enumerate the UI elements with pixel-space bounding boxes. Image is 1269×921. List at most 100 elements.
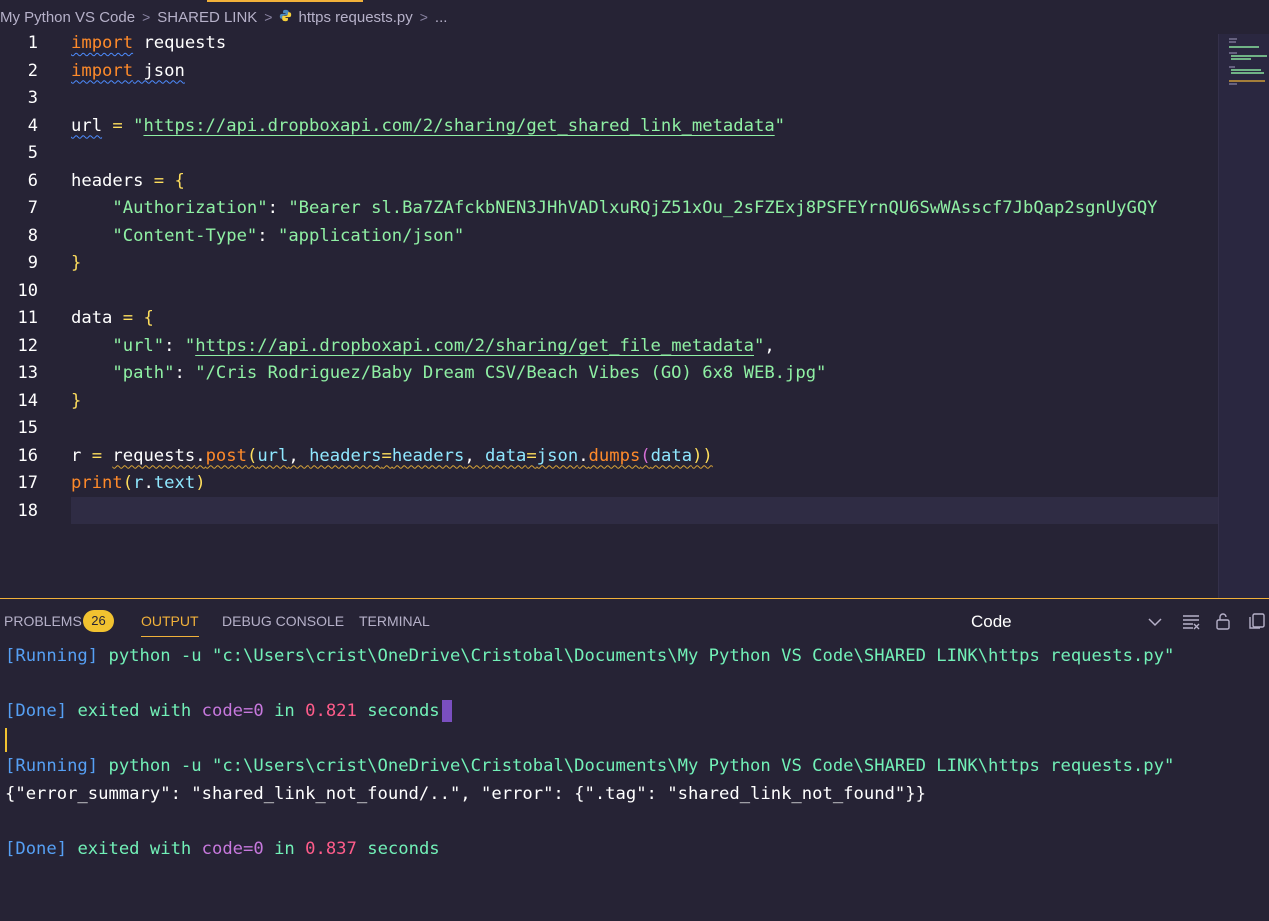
code-token: "Authorization" — [71, 198, 268, 218]
output-token: in — [263, 838, 306, 859]
code-token: json — [133, 60, 185, 81]
line-number: 15 — [17, 418, 38, 438]
output-token: seconds — [356, 701, 440, 721]
code-token: " — [133, 115, 144, 136]
code-line: "url": "https://api.dropboxapi.com/2/sha… — [71, 333, 775, 361]
line-number: 4 — [27, 115, 38, 136]
code-token: headers — [391, 445, 465, 466]
code-token: , — [764, 335, 775, 356]
output-channel-select[interactable]: Code — [971, 599, 1012, 643]
code-link[interactable]: https://api.dropboxapi.com/2/sharing/get… — [195, 336, 754, 356]
copy-icon[interactable] — [1247, 611, 1267, 631]
code-token: headers — [71, 170, 144, 191]
breadcrumb: My Python VS Code > SHARED LINK > https … — [0, 0, 1269, 34]
output-token: seconds — [356, 838, 440, 859]
line-number: 2 — [27, 60, 38, 81]
minimap-line — [1229, 80, 1265, 82]
breadcrumb-separator: > — [142, 9, 151, 25]
code-token: , — [464, 445, 486, 466]
insertion-caret — [5, 728, 7, 752]
code-line: print(r.text) — [71, 470, 206, 498]
line-number-gutter: 1 2 3 4 5 6 7 8 9 10 11 12 13 14 15 16 1… — [0, 33, 60, 598]
code-token: "url" — [71, 335, 165, 356]
code-token: " — [774, 115, 786, 136]
output-line: [Done] exited with code=0 in 0.837 secon… — [5, 836, 440, 864]
code-token: text — [153, 473, 196, 493]
code-token: "application/json" — [277, 225, 465, 246]
output-token: python -u "c:\Users\crist\OneDrive\Crist… — [98, 756, 1175, 776]
code-token: : — [257, 225, 278, 246]
minimap-line — [1231, 58, 1251, 60]
code-token: = — [81, 445, 113, 466]
clear-output-icon[interactable] — [1181, 611, 1201, 631]
minimap[interactable] — [1218, 34, 1269, 598]
lock-icon[interactable] — [1213, 611, 1233, 631]
output-token: [Running] — [5, 756, 99, 776]
code-token: { — [174, 170, 185, 191]
line-number: 13 — [17, 363, 38, 383]
breadcrumb-item-symbols[interactable]: ... — [435, 9, 448, 26]
breadcrumb-item-subfolder[interactable]: SHARED LINK — [157, 9, 257, 26]
minimap-line — [1231, 72, 1264, 74]
code-token: headers — [309, 445, 382, 466]
code-line: "Content-Type": "application/json" — [71, 223, 464, 251]
code-token: url — [71, 115, 103, 136]
output-console[interactable]: [Running] python -u "c:\Users\crist\OneD… — [5, 643, 1265, 913]
code-token: { — [143, 308, 154, 328]
line-number: 10 — [17, 280, 38, 301]
code-token: requests — [133, 34, 227, 53]
code-line: } — [71, 388, 81, 416]
code-line: r = requests.post(url, headers=headers, … — [71, 443, 713, 471]
minimap-line — [1229, 41, 1236, 43]
code-area[interactable]: import requests import json url = "https… — [71, 34, 1218, 598]
output-token: in — [263, 701, 306, 721]
output-token: 0.837 — [305, 838, 357, 859]
tab-debug-console[interactable]: DEBUG CONSOLE — [222, 599, 344, 643]
output-line: [Running] python -u "c:\Users\crist\OneD… — [5, 643, 1174, 671]
code-token: "Bearer sl.Ba7ZAfckbNEN3JHhVADlxuRQjZ51x… — [288, 198, 1158, 218]
tab-output[interactable]: OUTPUT — [141, 599, 199, 643]
code-token: ( — [122, 473, 134, 493]
breadcrumb-separator: > — [419, 9, 428, 25]
tab-problems[interactable]: PROBLEMS — [4, 599, 82, 643]
output-line: [Running] python -u "c:\Users\crist\OneD… — [5, 753, 1174, 781]
code-token: requests — [112, 445, 196, 466]
line-number: 1 — [27, 33, 38, 53]
line-number: 16 — [17, 445, 38, 466]
code-link[interactable]: https://api.dropboxapi.com/2/sharing/get… — [143, 116, 774, 136]
chevron-down-icon[interactable] — [1145, 611, 1165, 631]
code-token: ( — [640, 445, 651, 466]
breadcrumb-item-file[interactable]: https requests.py — [298, 9, 412, 26]
active-tab-indicator — [207, 0, 363, 2]
code-token: } — [71, 253, 82, 273]
code-token: ( — [246, 445, 258, 466]
code-editor[interactable]: 1 2 3 4 5 6 7 8 9 10 11 12 13 14 15 16 1… — [0, 33, 1269, 598]
tab-terminal[interactable]: TERMINAL — [359, 599, 430, 643]
code-line: url = "https://api.dropboxapi.com/2/shar… — [71, 113, 785, 141]
code-token: data — [485, 445, 527, 466]
code-token: = — [526, 445, 537, 466]
output-token: python -u "c:\Users\crist\OneDrive\Crist… — [98, 646, 1175, 666]
code-token: : — [267, 198, 289, 218]
line-number: 6 — [27, 170, 38, 191]
minimap-line — [1229, 52, 1237, 54]
line-number: 17 — [17, 473, 38, 493]
problems-count-badge: 26 — [83, 610, 114, 632]
line-number: 7 — [27, 198, 38, 218]
line-number: 9 — [27, 253, 38, 273]
code-token: r — [133, 473, 144, 493]
code-token: "Content-Type" — [71, 225, 258, 246]
code-token: , — [288, 445, 310, 466]
line-number: 5 — [27, 143, 38, 163]
minimap-line — [1229, 83, 1237, 85]
code-token: data — [71, 308, 113, 328]
output-line: {"error_summary": "shared_link_not_found… — [5, 781, 926, 809]
minimap-line — [1229, 66, 1235, 68]
line-number: 18 — [17, 500, 38, 521]
output-token: 0.821 — [305, 701, 357, 721]
breadcrumb-item-folder[interactable]: My Python VS Code — [0, 9, 135, 26]
code-line: import requests — [71, 34, 226, 58]
code-line: import json — [71, 58, 185, 86]
output-token: code=0 — [201, 838, 264, 859]
code-token: = — [381, 445, 392, 466]
